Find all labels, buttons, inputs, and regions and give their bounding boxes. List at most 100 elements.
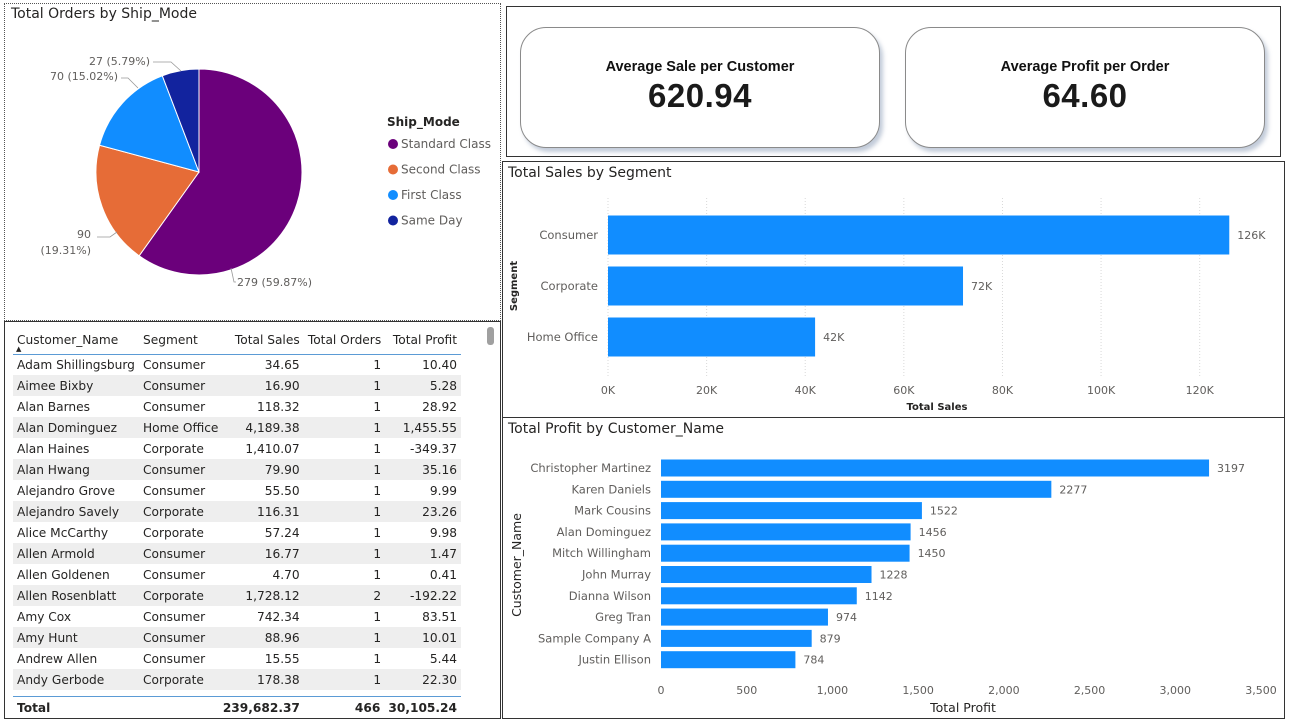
cell-orders: 1: [303, 375, 386, 396]
table-row[interactable]: Alan Hwang Consumer 79.90 1 35.16: [13, 459, 461, 480]
cell-profit: 23.26: [385, 501, 461, 522]
table-row[interactable]: Andrew Allen Consumer 15.55 1 5.44: [13, 648, 461, 669]
x-tick-label: 2,000: [988, 684, 1020, 697]
cell-name: Allen Goldenen: [17, 567, 110, 582]
bar[interactable]: [661, 608, 828, 626]
cell-name: Allen Armold: [13, 543, 139, 564]
bar[interactable]: [608, 317, 816, 357]
cell-name: Allen Rosenblatt: [13, 585, 139, 606]
sort-ascending-icon: ▲: [16, 345, 22, 353]
cell-name: Amy Hunt: [13, 627, 139, 648]
bar[interactable]: [661, 629, 812, 647]
total-label: Total: [13, 696, 137, 719]
table-row[interactable]: Allen Rosenblatt Corporate 1,728.12 2 -192.2…: [13, 585, 461, 606]
cell-segment: Consumer: [142, 651, 206, 666]
pie-legend-item[interactable]: Standard Class: [401, 137, 491, 151]
col-header-total-profit[interactable]: Total Profit: [385, 326, 461, 354]
profit-bar-chart[interactable]: 0 500 1,000 1,500 2,000 2,500 3,000 3,500 Christ…: [503, 418, 1283, 717]
cell-name: Andy Gerbode: [13, 669, 139, 690]
col-header-customer-name[interactable]: Customer_Name ▲: [13, 326, 139, 354]
x-tick-label: 1,500: [902, 684, 934, 697]
cell-name: Alan Hwang: [13, 459, 139, 480]
segment-bar-chart[interactable]: 0K 20K 40K 60K 80K 100K 120K Consumer 126K Corpor…: [503, 162, 1283, 416]
table-row[interactable]: Alice McCarthy Corporate 57.24 1 9.98: [13, 522, 461, 543]
cell-orders: 1: [373, 441, 382, 456]
table-row[interactable]: Alan Barnes Consumer 118.32 1 28.92: [13, 396, 461, 417]
bar[interactable]: [661, 544, 910, 562]
avg-sale-card[interactable]: Average Sale per Customer 620.94: [520, 27, 880, 148]
bar-data-label: 974: [836, 611, 857, 624]
bar[interactable]: [661, 480, 1052, 498]
bar-data-label: 2277: [1059, 483, 1087, 496]
pie-chart[interactable]: 279 (59.87%) 90 (19.31%) 70 (15.02%) 27 (5.7…: [5, 4, 499, 318]
profit-visual[interactable]: Total Profit by Customer_Name 0 500 1,000 1…: [502, 417, 1285, 719]
table-row[interactable]: Amy Cox Consumer 742.34 1 83.51: [13, 606, 461, 627]
cell-profit: 1,455.55: [385, 417, 461, 438]
x-axis-title: Total Sales: [907, 402, 968, 413]
bar-data-label: 1456: [919, 526, 947, 539]
table-row[interactable]: Alan Dominguez Home Office 4,189.38 1 1,455.…: [13, 417, 461, 438]
cell-profit: 10.40: [422, 357, 457, 372]
col-header-segment[interactable]: Segment: [139, 326, 224, 354]
col-header-total-orders[interactable]: Total Orders: [304, 326, 386, 354]
table-row[interactable]: Andy Gerbode Corporate 178.38 1 22.30: [13, 669, 461, 690]
bar-data-label: 3197: [1217, 462, 1245, 475]
pie-visual[interactable]: Total Orders by Ship_Mode 279 (59.87%) 90…: [4, 3, 501, 321]
bar[interactable]: [661, 566, 872, 583]
total-sales: 239,682.37: [218, 696, 304, 719]
table-row[interactable]: Alejandro Savely Corporate 116.31 1 23.26: [13, 501, 461, 522]
cell-segment: Consumer: [138, 375, 224, 396]
cell-segment: Consumer: [138, 543, 224, 564]
bar[interactable]: [661, 587, 857, 605]
table-row[interactable]: Alejandro Grove Consumer 55.50 1 9.99: [13, 480, 461, 501]
table-row[interactable]: Alan Haines Corporate 1,410.07 1 -349.37: [13, 438, 461, 459]
table-row[interactable]: Allen Armold Consumer 16.77 1 1.47: [13, 543, 461, 564]
pie-legend-item[interactable]: Same Day: [401, 214, 463, 228]
table-row[interactable]: Allen Goldenen Consumer 4.70 1 0.41: [13, 564, 461, 585]
bar[interactable]: [661, 459, 1210, 477]
legend-marker-icon: [388, 139, 398, 149]
bar-data-label: 1522: [930, 505, 958, 518]
table-total-row: Total 239,682.37 466 30,105.24: [13, 696, 461, 719]
table-row[interactable]: Amy Hunt Consumer 88.96 1 10.01: [13, 627, 461, 648]
pie-legend-item[interactable]: Second Class: [401, 163, 481, 177]
avg-sale-label: Average Sale per Customer: [605, 59, 795, 75]
pie-legend-item[interactable]: First Class: [401, 188, 462, 202]
customer-table: Customer_Name ▲ Segment Total Sales Tota…: [13, 326, 461, 690]
bar-data-label: 126K: [1237, 229, 1266, 242]
cell-orders: 1: [373, 525, 382, 540]
x-tick-label: 1,000: [817, 684, 849, 697]
cell-sales: 16.90: [223, 375, 304, 396]
table-row[interactable]: Aimee Bixby Consumer 16.90 1 5.28: [13, 375, 461, 396]
cell-segment: Consumer: [142, 567, 206, 582]
customer-table-visual[interactable]: Customer_Name ▲ Segment Total Sales Tota…: [4, 321, 501, 719]
bar[interactable]: [661, 502, 922, 520]
cell-orders: 1: [303, 459, 386, 480]
pie-data-label: 90: [77, 228, 91, 241]
bar-data-label: 784: [803, 654, 824, 667]
legend-marker-icon: [388, 190, 398, 200]
y-category-label: Justin Ellison: [578, 653, 652, 667]
table-row[interactable]: Adam Shillingsburg Consumer 34.65 1 10.40: [13, 354, 461, 375]
avg-sale-value: 620.94: [648, 77, 752, 114]
cell-sales: 88.96: [223, 627, 304, 648]
cell-name: Alan Haines: [17, 441, 90, 456]
pie-data-label-pct: (19.31%): [40, 244, 91, 257]
cell-orders: 2: [303, 585, 386, 606]
segment-visual[interactable]: Total Sales by Segment 0K 20K 40K 60K 80K 100…: [502, 161, 1285, 418]
table-scrollbar[interactable]: [487, 327, 494, 345]
x-tick-label: 100K: [1087, 384, 1116, 397]
bar[interactable]: [608, 266, 964, 306]
bar[interactable]: [661, 651, 796, 669]
y-category-label: Sample Company A: [538, 631, 651, 645]
bar[interactable]: [608, 215, 1230, 255]
col-header-total-sales[interactable]: Total Sales: [224, 326, 304, 354]
cell-segment: Corporate: [142, 525, 204, 540]
cell-profit: 10.01: [385, 627, 461, 648]
y-category-label: Consumer: [539, 228, 598, 242]
avg-profit-card[interactable]: Average Profit per Order 64.60: [905, 27, 1265, 148]
total-profit: 30,105.24: [384, 696, 461, 719]
cell-profit: 5.44: [429, 651, 457, 666]
x-tick-label: 40K: [795, 384, 817, 397]
bar[interactable]: [661, 523, 911, 541]
